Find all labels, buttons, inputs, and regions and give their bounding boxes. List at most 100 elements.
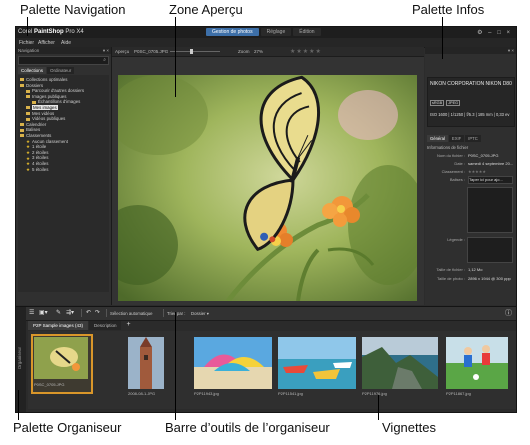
tree-item-label: Balises [26,127,41,133]
zoom-value: 27% [254,49,264,54]
tab-exif[interactable]: EXIF [448,135,465,142]
menu-aide[interactable]: Aide [61,40,71,46]
tab-sample-images[interactable]: P2P Sample images (43) [28,321,88,330]
tab-reglage[interactable]: Réglage [260,28,292,36]
app-title-prefix: Corel [18,29,33,35]
tree-item-label: Calendrier [26,121,47,127]
tab-description[interactable]: Description [88,321,122,330]
ev-value: 0,33 ev [495,112,510,117]
thumbnail-caption: 2008-08-1.JPG [128,391,156,396]
callout-barre-outils: Barre d’outils de l’organiseur [165,420,330,435]
caption-input[interactable] [467,237,513,263]
tags-input[interactable]: Taper ici pour ajo... [468,176,513,184]
tree-item[interactable]: ★ 5 étoiles [18,167,109,173]
tab-collections[interactable]: Collections [18,67,47,74]
folder-icon [26,95,30,99]
camera-info-panel: NIKON CORPORATION NIKON D80 sRGB JPEG IS… [427,77,515,127]
navigation-tree: Collections optimales Dossiers Parcourir d… [18,75,109,292]
info-header: ▾ × [425,47,516,54]
callout-palette-infos: Palette Infos [412,2,485,17]
navigation-tabs: Collections Ordinateur [18,67,109,74]
tree-item-label: Vidéos publiques [32,116,66,122]
shutter-value: 1/1250 [450,112,464,117]
window-controls[interactable]: ⚙ – □ × [477,29,512,36]
close-icon[interactable]: ▾ × [508,47,514,54]
folder-icon [26,111,30,115]
field-value: 2896 x 1944 @ 300 ppp [468,276,511,281]
field-label: Classement : [441,169,465,174]
tree-item-label: 3 étoiles [32,155,49,161]
add-tab-button[interactable]: + [122,321,134,330]
file-info-fields: Informations de fichier Nom du fichier :… [427,145,513,184]
tree-item-label: 1 étoile [32,144,47,150]
butterfly-photo [118,75,417,301]
organizer-tabs: P2P Sample images (43) Description + [28,321,135,330]
organizer-palette: Organiseur ☰ ▣▾ ✎ ⇶▾ ↶ ↷ Sélection autom… [16,306,516,412]
navigation-title: Navigation [18,48,40,53]
field-label: Nom du fichier : [436,153,465,158]
menu-fichier[interactable]: Fichier [19,40,34,46]
jpeg-badge: JPEG [446,100,461,106]
tags-list-box[interactable] [467,187,513,233]
leader-line-barre-outils [175,312,176,420]
tree-item-label: 4 étoiles [32,161,49,167]
leader-line-infos [442,17,443,59]
field-filesize: Taille de fichier :1,12 Mo [427,266,513,274]
rotate-left-icon[interactable]: ↶ [86,309,91,316]
search-icon[interactable]: ⌕ [103,57,106,63]
folder-icon [26,117,30,121]
view-list-icon[interactable]: ☰ [29,309,34,316]
file-info-section-title: Informations de fichier [427,145,469,150]
zoom-slider-track[interactable] [170,51,220,52]
tab-general[interactable]: Général [427,135,448,142]
navigation-header: Navigation ▾ × [16,47,111,54]
field-value[interactable]: P0SC_0705.JPG [468,152,513,160]
preview-toolbar: Aperçu P0SC_0705.JPG Zoom 27% ★★★★★ [112,47,424,57]
menu-afficher[interactable]: Afficher [38,40,55,46]
view-options-icon[interactable]: ▣▾ [39,309,48,316]
leader-line-vignettes [378,395,379,420]
field-label: Taille de fichier : [436,267,465,272]
navigation-search-input[interactable]: ⌕ [18,56,109,65]
folder-icon [32,100,36,104]
folder-icon [26,89,30,93]
folder-icon [20,123,24,127]
edit-icon[interactable]: ✎ [56,309,61,316]
field-value[interactable]: samedi 4 septembre 20... [468,160,513,168]
thumbnail-caption: P2P11943.jpg [194,391,219,396]
field-label: Taille de photo : [436,276,465,281]
preview-filename: P0SC_0705.JPG [134,49,169,54]
folder-icon [20,128,24,132]
format-badges: sRGB JPEG [430,100,461,106]
tab-gestion-photos[interactable]: Gestion de photos [206,28,259,36]
aperture-value: f/5.3 [466,112,475,117]
info-icon[interactable]: ⓘ [505,308,512,318]
rating-stars[interactable]: ★★★★★ [468,168,513,176]
auto-select-button[interactable]: Sélection automatique [110,311,153,316]
leader-line-organiseur [18,390,19,420]
tab-ordinateur[interactable]: Ordinateur [47,67,75,74]
share-icon[interactable]: ⇶▾ [66,309,74,316]
workspace-tabs: Gestion de photos Réglage Édition [206,28,321,36]
folder-icon [26,106,30,110]
sort-dropdown[interactable]: Dossier ▾ [191,311,209,317]
preview-rating-stars[interactable]: ★★★★★ [290,48,322,55]
rotate-right-icon[interactable]: ↷ [95,309,100,316]
tab-edition[interactable]: Édition [293,28,321,36]
zoom-slider-handle[interactable] [190,49,193,54]
folder-icon [20,83,24,87]
field-tags: Balises : Taper ici pour ajo... [427,176,513,184]
tree-item-label: Parcourir d'autres dossiers [32,88,85,94]
tab-iptc[interactable]: IPTC [465,135,481,142]
tree-item-label: 5 étoiles [32,166,49,172]
preview-label: Aperçu [115,49,130,54]
folder-icon [20,78,24,82]
tree-item-label: Mes vidéos [32,110,55,116]
leader-line-apercu [175,17,176,97]
title-bar: Corel PaintShop Pro X4 Gestion de photos… [16,27,516,38]
field-photosize: Taille de photo :2896 x 1944 @ 300 ppp [427,275,513,283]
close-icon[interactable]: ▾ × [103,47,109,54]
preview-area: Aperçu P0SC_0705.JPG Zoom 27% ★★★★★ [112,47,424,305]
thumbnail-caption: P2P11541.jpg [278,391,303,396]
tree-item-label: 2 étoiles [32,149,49,155]
